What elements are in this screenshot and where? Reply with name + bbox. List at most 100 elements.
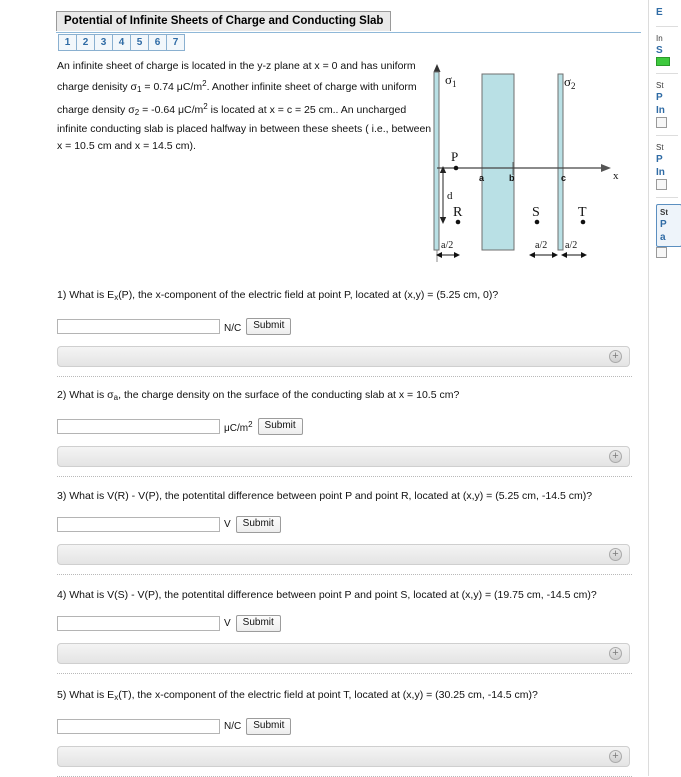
- statement-part-4: = -0.64 μC/m: [139, 104, 204, 116]
- statement-text: An infinite sheet of charge is located i…: [57, 58, 439, 155]
- question-4: 4) What is V(S) - V(P), the potentital d…: [57, 588, 632, 674]
- question-5-submit-button[interactable]: Submit: [246, 718, 292, 735]
- sigma2-label: σ2: [564, 74, 576, 91]
- problem-statement: An infinite sheet of charge is located i…: [57, 58, 439, 155]
- sidebar-link-3[interactable]: P: [656, 91, 681, 104]
- question-1-answer-input[interactable]: [57, 319, 220, 334]
- question-3-unit: V: [224, 519, 231, 530]
- right-sidebar: E In S St P In St P In St P a: [648, 0, 681, 776]
- a-half-arrow-left-3-icon: [561, 252, 567, 258]
- sidebar-inner: E In S St P In St P In St P a: [649, 0, 681, 258]
- separator-3: [57, 574, 632, 575]
- question-2-unit: μC/m2: [224, 420, 253, 434]
- sidebar-label-3: St: [656, 81, 664, 90]
- sidebar-link-5[interactable]: P: [660, 218, 678, 231]
- a-half-arrow-right-3-icon: [581, 252, 587, 258]
- sidebar-checkbox-4[interactable]: [656, 179, 667, 190]
- sidebar-link-3b[interactable]: In: [656, 104, 681, 117]
- y-axis-arrow-icon: [433, 64, 441, 72]
- tab-1[interactable]: 1: [58, 34, 77, 51]
- question-2-text-a: 2) What is σ: [57, 389, 114, 401]
- question-1-submit-button[interactable]: Submit: [246, 318, 292, 335]
- question-3-answer-row: V Submit: [57, 516, 632, 533]
- plus-icon[interactable]: +: [609, 548, 622, 561]
- sidebar-link-5b[interactable]: a: [660, 231, 678, 244]
- question-4-text: 4) What is V(S) - V(P), the potentital d…: [57, 588, 632, 602]
- main-content: Potential of Infinite Sheets of Charge a…: [0, 0, 648, 777]
- point-R-label: R: [453, 205, 463, 220]
- question-1-text-a: 1) What is E: [57, 289, 115, 301]
- question-3-submit-button[interactable]: Submit: [235, 516, 281, 533]
- x-axis-arrow-icon: [601, 164, 611, 172]
- point-T-dot: [580, 219, 586, 225]
- status-green-indicator: [656, 57, 670, 66]
- sidebar-link-2[interactable]: S: [656, 44, 681, 57]
- question-1-unit: N/C: [224, 320, 241, 334]
- question-4-unit: V: [224, 618, 231, 629]
- tab-7[interactable]: 7: [166, 34, 185, 51]
- point-T-label: T: [578, 205, 587, 220]
- boundary-b-label: b: [509, 173, 515, 183]
- question-2: 2) What is σa, the charge density on the…: [57, 388, 632, 477]
- question-1-text-b: (P), the x-component of the electric fie…: [118, 289, 499, 301]
- separator-4: [57, 673, 632, 674]
- question-4-expand-bar[interactable]: +: [57, 643, 630, 664]
- distance-d-label: d: [447, 190, 453, 202]
- sidebar-divider-1: [656, 26, 678, 27]
- question-5-text-a: 5) What is E: [57, 689, 115, 701]
- point-S-dot: [534, 219, 540, 225]
- question-4-answer-input[interactable]: [57, 616, 220, 631]
- question-5-answer-input[interactable]: [57, 719, 220, 734]
- plus-icon[interactable]: +: [609, 350, 622, 363]
- sidebar-label-2: In: [656, 34, 663, 43]
- question-5-expand-bar[interactable]: +: [57, 746, 630, 767]
- question-2-answer-input[interactable]: [57, 419, 220, 434]
- sidebar-link-1[interactable]: E: [656, 6, 681, 19]
- plus-icon[interactable]: +: [609, 647, 622, 660]
- point-S-label: S: [532, 205, 540, 220]
- plus-icon[interactable]: +: [609, 750, 622, 763]
- question-1-answer-row: N/C Submit: [57, 318, 632, 335]
- sidebar-label-4: St: [656, 143, 664, 152]
- question-4-answer-row: V Submit: [57, 615, 632, 632]
- x-axis-label: x: [613, 170, 619, 182]
- tab-6[interactable]: 6: [148, 34, 167, 51]
- tab-2[interactable]: 2: [76, 34, 95, 51]
- tab-5[interactable]: 5: [130, 34, 149, 51]
- sidebar-checkbox-3[interactable]: [656, 117, 667, 128]
- page-root: Potential of Infinite Sheets of Charge a…: [0, 0, 681, 777]
- a-half-label-2: a/2: [535, 240, 547, 251]
- point-P-label: P: [451, 149, 458, 164]
- question-1-text: 1) What is Ex(P), the x-component of the…: [57, 288, 632, 305]
- question-3-expand-bar[interactable]: +: [57, 544, 630, 565]
- separator-2: [57, 476, 632, 477]
- a-half-arrow-left-2-icon: [529, 252, 535, 258]
- a-half-label-3: a/2: [565, 240, 577, 251]
- tab-3[interactable]: 3: [94, 34, 113, 51]
- boundary-c-label: c: [561, 173, 566, 183]
- page-title: Potential of Infinite Sheets of Charge a…: [56, 11, 392, 31]
- sidebar-panel-5[interactable]: St P a: [656, 204, 681, 247]
- point-R-dot: [455, 219, 461, 225]
- sidebar-label-5: St: [660, 208, 668, 217]
- question-2-expand-bar[interactable]: +: [57, 446, 630, 467]
- physics-diagram: σ1 σ2 x P a b c d R S T a/2 a/2 a/2: [425, 62, 640, 267]
- sidebar-link-4b[interactable]: In: [656, 166, 681, 179]
- a-half-arrow-right-2-icon: [552, 252, 558, 258]
- question-1-expand-bar[interactable]: +: [57, 346, 630, 367]
- sidebar-checkbox-5[interactable]: [656, 247, 667, 258]
- sidebar-divider-2: [656, 73, 678, 74]
- diagram-svg: σ1 σ2 x P a b c d R S T a/2 a/2 a/2: [433, 64, 619, 262]
- statement-part-2: = 0.74 μC/m: [141, 81, 203, 93]
- question-4-text-a: 4) What is V(S) - V(P), the potentital d…: [57, 589, 597, 601]
- question-4-submit-button[interactable]: Submit: [235, 615, 281, 632]
- question-5-answer-row: N/C Submit: [57, 718, 632, 735]
- tab-4[interactable]: 4: [112, 34, 131, 51]
- question-2-submit-button[interactable]: Submit: [257, 418, 303, 435]
- question-5-text: 5) What is Ex(T), the x-component of the…: [57, 688, 632, 705]
- plus-icon[interactable]: +: [609, 450, 622, 463]
- question-3-answer-input[interactable]: [57, 517, 220, 532]
- a-half-arrow-right-1-icon: [454, 252, 460, 258]
- problem-title-bar: Potential of Infinite Sheets of Charge a…: [56, 11, 641, 33]
- sidebar-link-4[interactable]: P: [656, 153, 681, 166]
